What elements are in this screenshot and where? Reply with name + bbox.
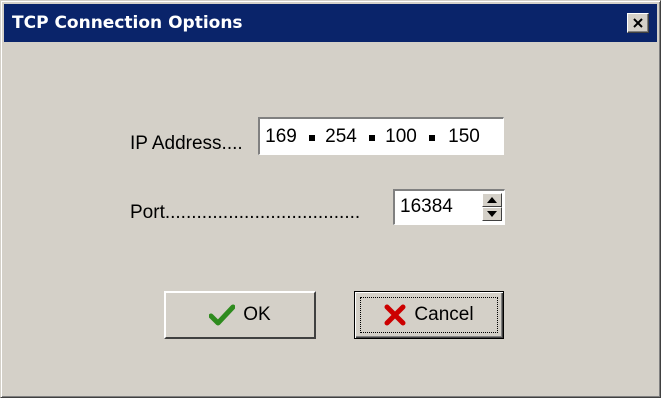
- port-value[interactable]: 16384: [400, 196, 453, 218]
- close-button[interactable]: [627, 13, 649, 33]
- ip-address-field[interactable]: 169 254 100 150: [258, 117, 504, 155]
- dialog-title: TCP Connection Options: [12, 13, 243, 33]
- close-x-icon: [633, 18, 643, 28]
- red-x-icon: [384, 304, 406, 326]
- checkmark-icon: [209, 304, 236, 326]
- ip-separator-dot: [369, 135, 375, 141]
- spin-down-arrow-icon: [487, 211, 497, 217]
- port-spinner: [482, 193, 502, 221]
- cancel-button[interactable]: Cancel: [354, 291, 504, 339]
- spin-up-arrow-icon: [487, 197, 497, 203]
- spin-up-button[interactable]: [482, 193, 502, 207]
- cancel-button-label: Cancel: [414, 304, 474, 325]
- ip-address-label: IP Address....: [130, 133, 243, 154]
- port-spinner-field[interactable]: 16384: [393, 189, 505, 225]
- tcp-connection-options-dialog: TCP Connection Options IP Address.... 16…: [0, 0, 661, 398]
- port-label: Port....................................…: [130, 202, 361, 223]
- ip-octet-3[interactable]: 100: [380, 126, 422, 148]
- ip-octet-4[interactable]: 150: [443, 126, 485, 148]
- ok-button[interactable]: OK: [164, 291, 316, 339]
- spin-down-button[interactable]: [482, 207, 502, 221]
- title-bar[interactable]: TCP Connection Options: [4, 4, 657, 42]
- ip-separator-dot: [309, 135, 315, 141]
- ip-separator-dot: [429, 135, 435, 141]
- ok-button-label: OK: [243, 304, 271, 325]
- ip-octet-2[interactable]: 254: [320, 126, 362, 148]
- ip-octet-1[interactable]: 169: [260, 126, 302, 148]
